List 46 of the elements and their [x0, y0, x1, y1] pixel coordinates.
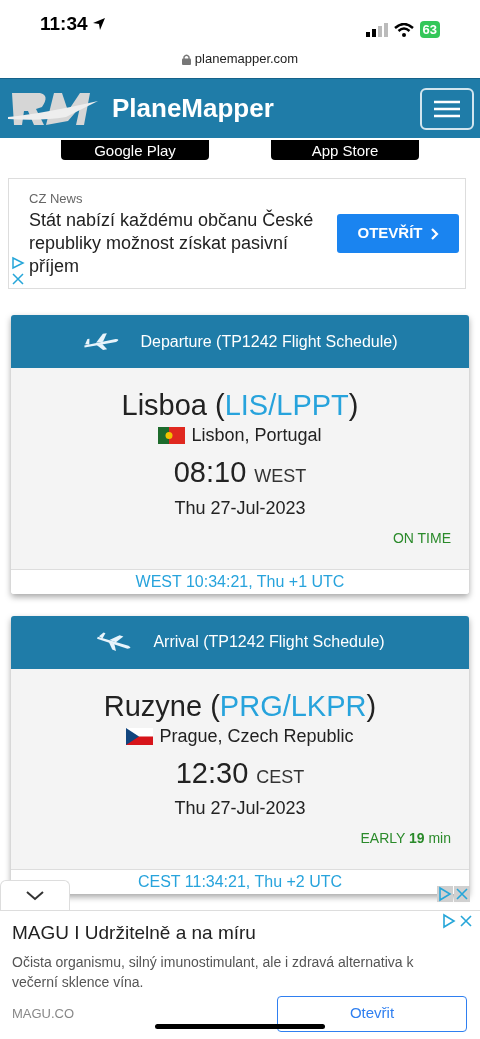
open-button[interactable]: Otevřit	[277, 995, 467, 1032]
close-icon[interactable]	[11, 272, 25, 286]
battery-indicator: 63	[419, 21, 440, 38]
card-title: Arrival (TP1242 Flight Schedule)	[153, 632, 385, 652]
close-icon[interactable]	[458, 913, 474, 929]
close-icon[interactable]	[454, 886, 470, 902]
card-title: Departure (TP1242 Flight Schedule)	[140, 331, 398, 352]
chevron-down-icon	[26, 890, 44, 901]
ad-info-icon[interactable]	[11, 256, 25, 270]
collapse-tab[interactable]	[0, 880, 70, 910]
clock: 11:34	[40, 11, 88, 36]
chevron-right-icon	[430, 227, 439, 240]
city-name: Lisbon, Portugal	[191, 424, 322, 447]
open-button[interactable]: OTEVŘÍT	[337, 214, 459, 253]
flight-date: Thu 27-Jul-2023	[174, 496, 306, 520]
store-badge[interactable]: App Store	[271, 140, 419, 160]
flag-icon	[158, 427, 186, 444]
local-time: CEST 11:34:21, Thu +2 UTC	[137, 872, 343, 892]
ad-domain: MAGU.CO	[12, 1004, 75, 1023]
flag-icon	[126, 727, 154, 745]
store-badge[interactable]: Google Play	[61, 140, 209, 160]
city-name: Prague, Czech Republic	[159, 724, 354, 748]
time-zone: WEST	[254, 465, 307, 488]
local-time: WEST 10:34:21, Thu +1 UTC	[135, 571, 345, 592]
ad-headline[interactable]: MAGU I Udržitelně a na míru	[12, 919, 468, 948]
flight-status: EARLY 19 min	[360, 829, 451, 848]
menu-icon	[434, 99, 460, 118]
ad-info-icon[interactable]	[441, 913, 457, 929]
menu-button[interactable]	[420, 87, 474, 130]
ad-info-icon[interactable]	[437, 886, 453, 902]
brand-name: PlaneMapper	[112, 92, 274, 125]
scheduled-time: 08:10	[173, 455, 247, 490]
lock-icon	[181, 53, 191, 65]
scheduled-time: 12:30	[175, 755, 249, 791]
url-text[interactable]: planemapper.com	[194, 49, 299, 69]
wifi-icon	[393, 22, 414, 37]
signal-icon	[365, 22, 388, 37]
flight-status: ON TIME	[392, 528, 451, 548]
ad-body: Očista organismu, silný imunostimulant, ale i zdravá alternativa k večerní sklence vína.	[12, 952, 415, 992]
airport-name: Ruzyne (PRG/LKPR)	[103, 688, 377, 723]
airport-name: Lisboa (LIS/LPPT)	[121, 388, 359, 422]
flight-date: Thu 27-Jul-2023	[174, 797, 306, 820]
time-zone: CEST	[256, 765, 305, 789]
location-arrow-icon	[91, 16, 106, 31]
ad-headline[interactable]: Stát nabízí každému občanu České republiky možnost získat pasivní příjem	[29, 208, 319, 278]
ad-source: CZ News	[29, 190, 84, 209]
